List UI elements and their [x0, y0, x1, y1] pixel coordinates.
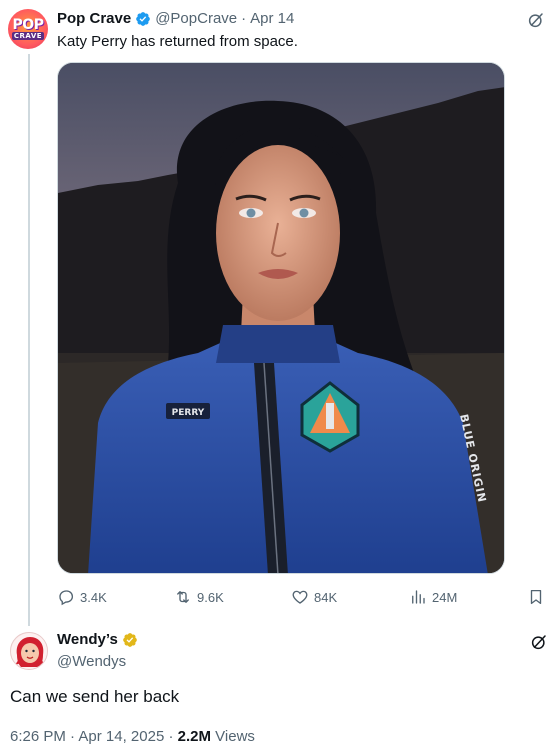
wendys-logo-icon: [11, 633, 47, 669]
views-button[interactable]: 24M: [409, 588, 457, 606]
tweet1-handle[interactable]: @PopCrave: [155, 10, 237, 27]
thread-connector-line: [28, 54, 30, 626]
grok-icon[interactable]: [527, 11, 545, 29]
tweet2-views-label: Views: [215, 728, 255, 745]
tweet1-author-name[interactable]: Pop Crave: [57, 10, 131, 27]
katy-perry-photo: PERRY BLUE ORIGIN: [58, 63, 504, 573]
suit-name-tag: PERRY: [172, 408, 205, 418]
tweet1-text: Katy Perry has returned from space.: [57, 33, 298, 50]
grok-icon[interactable]: [530, 633, 548, 651]
tweet2-handle[interactable]: @Wendys: [57, 653, 126, 670]
avatar-logo-top: POP: [12, 16, 44, 33]
reply-icon: [59, 590, 74, 606]
tweet1-photo[interactable]: PERRY BLUE ORIGIN: [57, 62, 505, 574]
like-count: 84K: [314, 589, 338, 605]
tweet2-date[interactable]: Apr 14, 2025: [78, 728, 164, 745]
like-icon: [292, 590, 308, 604]
tweet2-meta: 6:26 PM · Apr 14, 2025 · 2.2M Views: [10, 728, 255, 745]
views-icon: [412, 590, 425, 604]
reply-count: 3.4K: [80, 589, 107, 605]
repost-icon: [177, 591, 189, 603]
verified-badge-icon: [136, 11, 151, 26]
tweet2-header: Wendy’s: [57, 631, 142, 648]
repost-count: 9.6K: [197, 589, 224, 605]
avatar-logo-bottom: CRAVE: [11, 31, 45, 40]
reply-button[interactable]: 3.4K: [57, 588, 107, 606]
repost-button[interactable]: 9.6K: [174, 588, 224, 606]
views-count: 24M: [432, 589, 458, 605]
gold-verified-badge-icon: [123, 632, 137, 647]
meta-separator: ·: [168, 728, 178, 745]
tweet1-date[interactable]: Apr 14: [250, 10, 294, 27]
tweet1-action-bar: 3.4K 9.6K 84K 24M: [57, 588, 547, 608]
tweet2-author-name[interactable]: Wendy’s: [57, 631, 118, 648]
wendys-avatar[interactable]: [10, 632, 48, 670]
tweet1-header: Pop Crave @PopCrave · Apr 14: [57, 10, 294, 27]
bookmark-icon: [530, 589, 542, 605]
pop-crave-avatar[interactable]: POP CRAVE: [8, 9, 48, 49]
like-button[interactable]: 84K: [291, 588, 337, 606]
tweet2-time[interactable]: 6:26 PM: [10, 728, 66, 745]
bookmark-button[interactable]: [527, 588, 545, 606]
tweet2-views-count: 2.2M: [177, 728, 211, 745]
tweet2-text: Can we send her back: [10, 687, 180, 706]
header-separator: ·: [241, 10, 247, 27]
